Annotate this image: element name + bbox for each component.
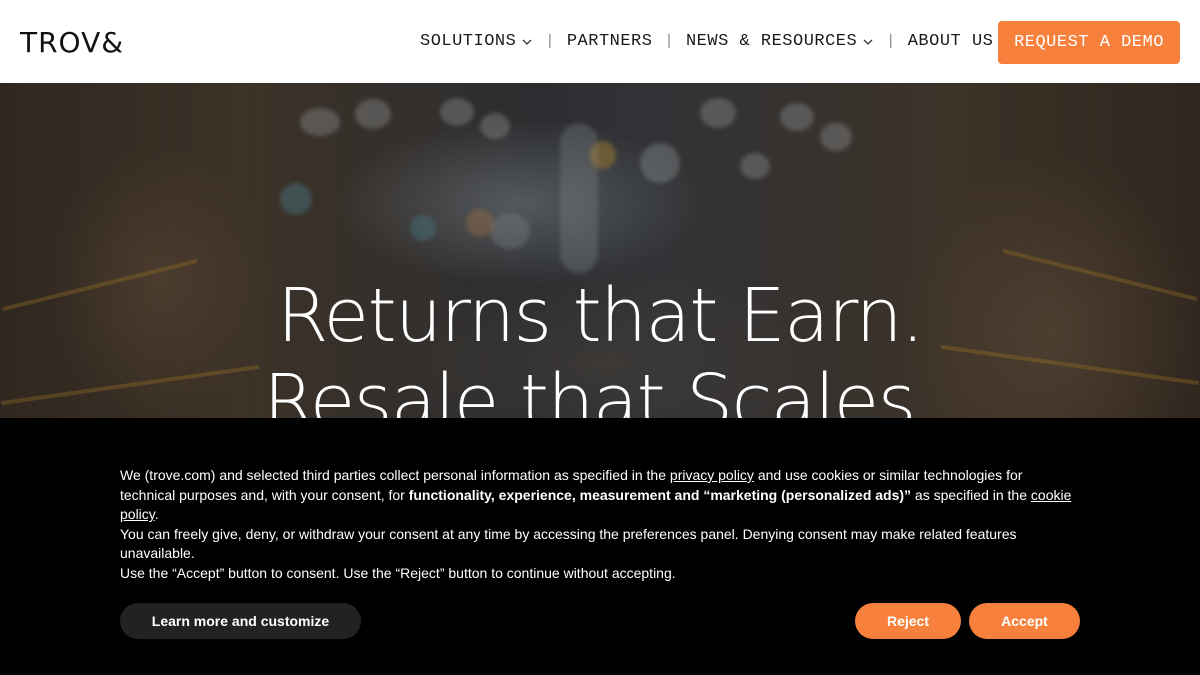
cookie-paragraph-3: Use the “Accept” button to consent. Use … bbox=[120, 564, 676, 581]
cookie-paragraph-2: You can freely give, deny, or withdraw y… bbox=[120, 525, 1017, 562]
nav-divider: | bbox=[664, 33, 674, 50]
accept-button[interactable]: Accept bbox=[969, 603, 1080, 639]
learn-more-customize-button[interactable]: Learn more and customize bbox=[120, 603, 361, 639]
nav-divider: | bbox=[545, 33, 555, 50]
nav-label-solutions: SOLUTIONS bbox=[420, 32, 517, 51]
chevron-down-icon bbox=[863, 39, 873, 45]
cookie-text-segment: as specified in the bbox=[911, 486, 1031, 503]
request-demo-button[interactable]: REQUEST A DEMO bbox=[998, 21, 1180, 64]
chevron-down-icon bbox=[522, 39, 532, 45]
cookie-consent-banner: We (trove.com) and selected third partie… bbox=[0, 418, 1200, 675]
trove-logo[interactable]: TROV& bbox=[20, 25, 142, 59]
nav-label-partners: PARTNERS bbox=[566, 32, 653, 51]
nav-label-news-resources: NEWS & RESOURCES bbox=[685, 32, 858, 51]
cookie-text-segment: . bbox=[154, 506, 159, 523]
privacy-policy-link[interactable]: privacy policy bbox=[670, 467, 754, 483]
cookie-text-segment: We (trove.com) and selected third partie… bbox=[120, 467, 670, 483]
nav-item-solutions[interactable]: SOLUTIONS bbox=[420, 32, 533, 51]
site-header: TROV& SOLUTIONS | PARTNERS | NEWS & RESO… bbox=[0, 0, 1200, 83]
nav-divider: | bbox=[886, 33, 896, 50]
logo-text: TROV& bbox=[20, 25, 125, 59]
nav-item-about-us[interactable]: ABOUT US bbox=[908, 32, 994, 51]
reject-button[interactable]: Reject bbox=[855, 603, 961, 639]
nav-label-about-us: ABOUT US bbox=[907, 32, 994, 51]
nav-item-news-resources[interactable]: NEWS & RESOURCES bbox=[686, 32, 874, 51]
main-nav: SOLUTIONS | PARTNERS | NEWS & RESOURCES … bbox=[420, 0, 993, 83]
cookie-paragraph-1: We (trove.com) and selected third partie… bbox=[120, 466, 1080, 525]
nav-item-partners[interactable]: PARTNERS bbox=[567, 32, 653, 51]
cookie-consent-text: We (trove.com) and selected third partie… bbox=[120, 466, 1080, 584]
hero-headline-line1: Returns that Earn. bbox=[276, 273, 925, 359]
cookie-text-bold: functionality, experience, measurement a… bbox=[408, 486, 912, 503]
